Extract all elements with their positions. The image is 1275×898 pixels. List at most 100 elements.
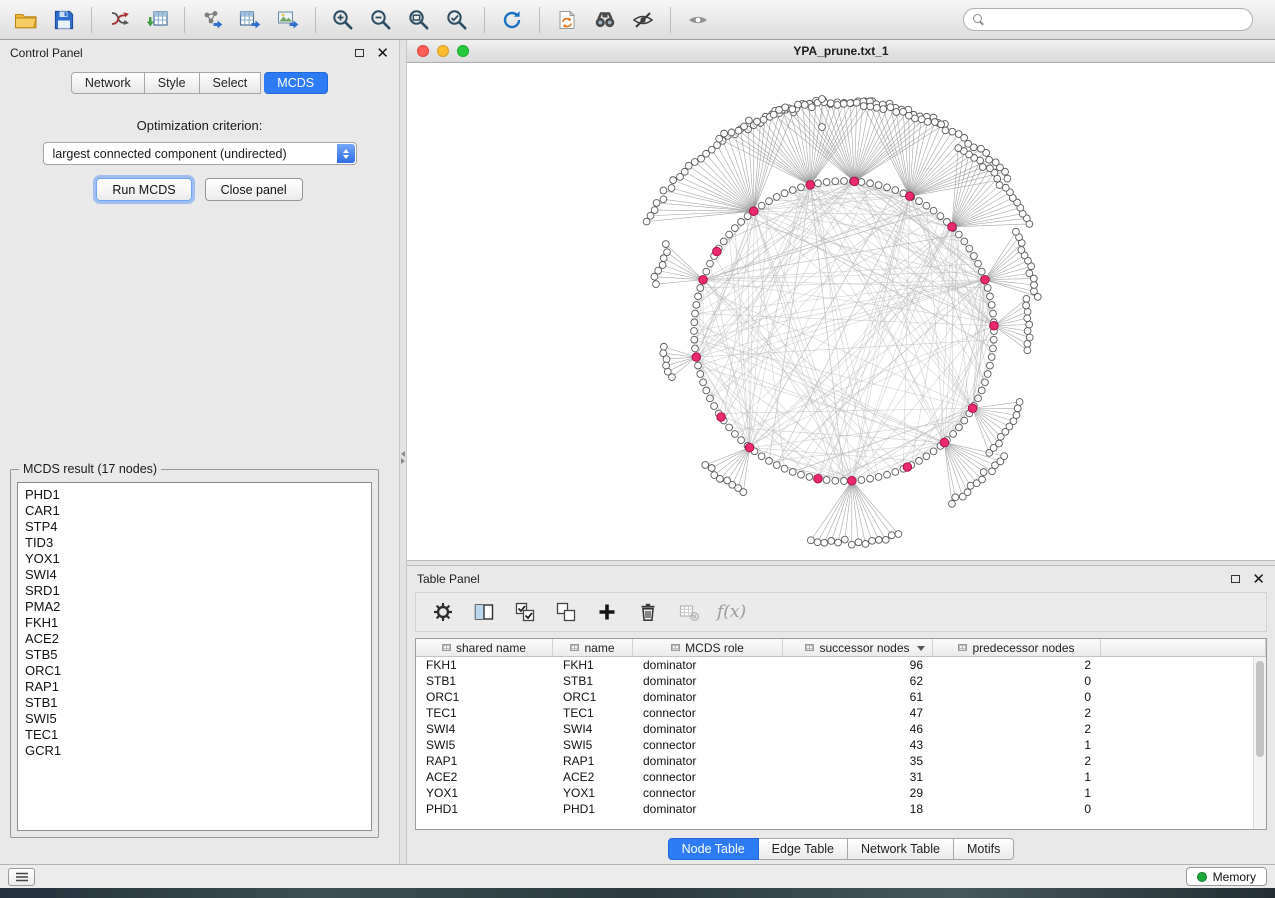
list-item[interactable]: PMA2 [25, 599, 364, 615]
mcds-result-list[interactable]: PHD1 CAR1 STP4 TID3 YOX1 SWI4 SRD1 PMA2 … [17, 482, 372, 831]
add-column-button[interactable] [594, 599, 620, 625]
function-builder-button[interactable]: f(x) [717, 599, 746, 625]
list-item[interactable]: FKH1 [25, 615, 364, 631]
desktop-wallpaper-strip [0, 888, 1275, 898]
list-item[interactable]: SRD1 [25, 583, 364, 599]
window-traffic-lights [417, 45, 469, 57]
table-row[interactable]: STB1STB1dominator620 [416, 673, 1266, 689]
list-item[interactable]: CAR1 [25, 503, 364, 519]
close-panel-button[interactable]: Close panel [205, 178, 303, 201]
tab-select[interactable]: Select [200, 72, 262, 94]
tab-node-table[interactable]: Node Table [668, 838, 759, 860]
list-item[interactable]: SWI5 [25, 711, 364, 727]
deselect-all-button[interactable] [553, 599, 579, 625]
table-row[interactable]: PHD1PHD1dominator180 [416, 801, 1266, 817]
import-table-icon [146, 9, 168, 31]
main-toolbar [0, 0, 1275, 40]
criterion-dropdown[interactable]: largest connected component (undirected) [43, 142, 357, 165]
import-network-button[interactable] [101, 4, 137, 36]
zoom-in-button[interactable] [325, 4, 361, 36]
network-window-titlebar: YPA_prune.txt_1 [407, 40, 1275, 63]
tab-motifs[interactable]: Motifs [954, 838, 1014, 860]
close-panel-icon[interactable]: ✕ [1252, 572, 1265, 587]
show-view-button[interactable] [680, 4, 716, 36]
toolbar-separator [315, 7, 316, 33]
column-type-icon [958, 644, 967, 651]
list-item[interactable]: TEC1 [25, 727, 364, 743]
panel-splitter[interactable] [399, 40, 407, 864]
sort-descending-icon[interactable] [917, 646, 925, 651]
float-panel-icon[interactable] [1231, 575, 1240, 583]
deselect-all-icon [556, 602, 576, 622]
binoculars-search-button[interactable] [587, 4, 623, 36]
zoom-fit-button[interactable] [401, 4, 437, 36]
apply-layout-button[interactable] [494, 4, 530, 36]
table-row[interactable]: FKH1FKH1dominator962 [416, 657, 1266, 673]
delete-table-button[interactable] [676, 599, 702, 625]
memory-button[interactable]: Memory [1186, 867, 1267, 886]
table-scrollbar[interactable] [1253, 657, 1266, 829]
eye-icon [687, 9, 709, 31]
tab-edge-table[interactable]: Edge Table [759, 838, 848, 860]
export-network-button[interactable] [194, 4, 230, 36]
import-table-button[interactable] [139, 4, 175, 36]
select-all-button[interactable] [512, 599, 538, 625]
list-item[interactable]: STB5 [25, 647, 364, 663]
control-panel-tabs: Network Style Select MCDS [0, 72, 399, 94]
table-row[interactable]: SWI5SWI5connector431 [416, 737, 1266, 753]
table-row[interactable]: TEC1TEC1connector472 [416, 705, 1266, 721]
open-session-button[interactable] [8, 4, 44, 36]
list-item[interactable]: RAP1 [25, 679, 364, 695]
table-row[interactable]: RAP1RAP1dominator352 [416, 753, 1266, 769]
eye-slash-icon [632, 9, 654, 31]
list-item[interactable]: GCR1 [25, 743, 364, 759]
list-item[interactable]: SWI4 [25, 567, 364, 583]
list-item[interactable]: TID3 [25, 535, 364, 551]
zoom-out-button[interactable] [363, 4, 399, 36]
run-mcds-button[interactable]: Run MCDS [96, 178, 191, 201]
list-item[interactable]: YOX1 [25, 551, 364, 567]
export-image-button[interactable] [270, 4, 306, 36]
column-header-predecessor-nodes[interactable]: predecessor nodes [933, 639, 1101, 656]
toolbar-separator [91, 7, 92, 33]
hide-view-button[interactable] [625, 4, 661, 36]
save-session-button[interactable] [46, 4, 82, 36]
tab-network[interactable]: Network [71, 72, 145, 94]
minimize-window-icon[interactable] [437, 45, 449, 57]
scrollbar-thumb[interactable] [1256, 661, 1264, 757]
status-bar: Memory [0, 864, 1275, 888]
delete-column-button[interactable] [635, 599, 661, 625]
table-row[interactable]: SWI4SWI4dominator462 [416, 721, 1266, 737]
zoom-selected-button[interactable] [439, 4, 475, 36]
status-menu-button[interactable] [8, 868, 35, 886]
close-panel-icon[interactable]: ✕ [376, 46, 389, 61]
export-table-button[interactable] [232, 4, 268, 36]
column-header-mcds-role[interactable]: MCDS role [633, 639, 783, 656]
table-mode-button[interactable] [430, 599, 456, 625]
network-graph[interactable] [407, 63, 1275, 560]
open-folder-icon [14, 10, 38, 30]
column-header-shared-name[interactable]: shared name [416, 639, 553, 656]
float-panel-icon[interactable] [355, 49, 364, 57]
tab-network-table[interactable]: Network Table [848, 838, 954, 860]
global-search-box[interactable] [963, 8, 1253, 31]
maximize-window-icon[interactable] [457, 45, 469, 57]
network-canvas[interactable] [407, 63, 1275, 560]
list-item[interactable]: ACE2 [25, 631, 364, 647]
column-header-name[interactable]: name [553, 639, 633, 656]
search-input[interactable] [991, 13, 1243, 27]
list-item[interactable]: ORC1 [25, 663, 364, 679]
share-document-button[interactable] [549, 4, 585, 36]
column-header-successor-nodes[interactable]: successor nodes [783, 639, 933, 656]
list-item[interactable]: STB1 [25, 695, 364, 711]
table-row[interactable]: YOX1YOX1connector291 [416, 785, 1266, 801]
table-row[interactable]: ORC1ORC1dominator610 [416, 689, 1266, 705]
list-item[interactable]: STP4 [25, 519, 364, 535]
tab-mcds[interactable]: MCDS [264, 72, 328, 94]
table-row[interactable]: ACE2ACE2connector311 [416, 769, 1266, 785]
show-columns-button[interactable] [471, 599, 497, 625]
close-window-icon[interactable] [417, 45, 429, 57]
tab-style[interactable]: Style [145, 72, 200, 94]
table-panel: Table Panel ✕ [407, 566, 1275, 864]
list-item[interactable]: PHD1 [25, 487, 364, 503]
